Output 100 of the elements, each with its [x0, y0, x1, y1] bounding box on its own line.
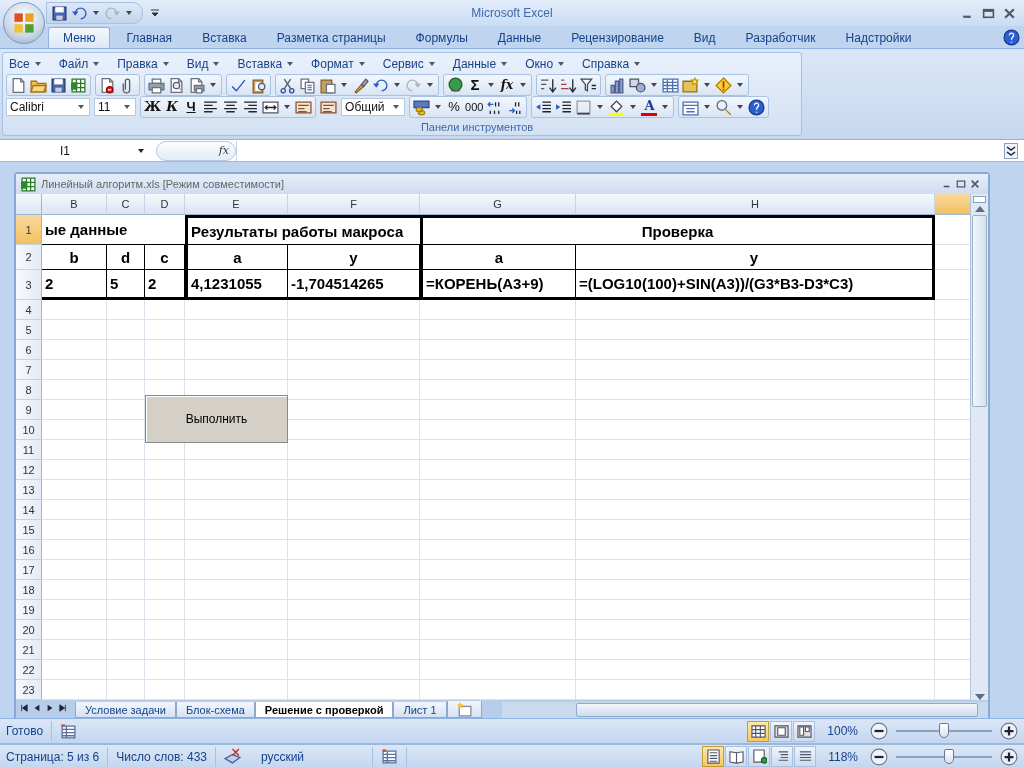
scroll-up-icon[interactable] — [974, 206, 985, 212]
table-icon[interactable] — [381, 748, 399, 765]
scissors-icon[interactable] — [279, 76, 296, 94]
ribbon-tab[interactable]: Меню — [48, 27, 111, 48]
caret-icon[interactable] — [597, 105, 604, 109]
menu-item[interactable]: Данные — [452, 57, 510, 71]
caret-icon[interactable] — [662, 105, 669, 109]
scroll-thumb[interactable] — [575, 703, 978, 717]
split-box[interactable] — [973, 196, 986, 203]
paintbrush-icon[interactable] — [352, 76, 369, 94]
spreadsheet-icon[interactable] — [70, 76, 87, 94]
row-header[interactable]: 20 — [16, 620, 42, 640]
row-header[interactable]: 13 — [16, 480, 42, 500]
sort-descending-icon[interactable] — [560, 76, 577, 94]
view-button[interactable] — [725, 746, 748, 767]
customize-icon[interactable] — [151, 9, 159, 17]
caret-icon[interactable] — [210, 83, 216, 87]
caret-icon[interactable] — [488, 83, 494, 87]
row-header[interactable]: 19 — [16, 600, 42, 620]
column-header[interactable]: F — [288, 194, 420, 215]
help-icon[interactable] — [748, 98, 766, 116]
new-sheet-icon[interactable] — [455, 700, 473, 718]
percent-button[interactable]: % — [446, 98, 463, 116]
thousands-button[interactable]: 000 — [465, 98, 484, 116]
close-icon[interactable] — [1003, 6, 1016, 20]
sort-ascending-icon[interactable] — [540, 76, 557, 94]
caret-icon[interactable] — [124, 105, 130, 109]
view-button[interactable] — [770, 720, 793, 742]
close-icon[interactable] — [970, 179, 980, 189]
view-button[interactable] — [747, 720, 770, 742]
slider-thumb[interactable] — [943, 748, 954, 764]
menu-item[interactable]: Вставка — [237, 57, 296, 71]
horizontal-scrollbar[interactable] — [501, 702, 988, 718]
language[interactable]: русский — [261, 749, 305, 764]
office-button[interactable] — [3, 2, 45, 44]
printer-icon[interactable] — [148, 76, 165, 94]
row-header[interactable]: 1 — [16, 215, 42, 245]
previous-sheet-icon[interactable] — [33, 704, 41, 712]
run-button[interactable]: Выполнить — [145, 395, 288, 443]
currency-icon[interactable] — [413, 98, 431, 116]
caret-icon[interactable] — [284, 105, 291, 109]
caret-icon[interactable] — [435, 105, 442, 109]
ribbon-tab[interactable]: Разработчик — [731, 27, 830, 48]
view-button[interactable] — [748, 746, 771, 767]
italic-button[interactable]: К — [164, 98, 181, 116]
row-header[interactable]: 4 — [16, 300, 42, 320]
zoom-icon[interactable] — [715, 98, 733, 116]
help-icon[interactable] — [1003, 28, 1020, 46]
row-header[interactable]: 11 — [16, 440, 42, 460]
grid-icon[interactable] — [662, 76, 679, 94]
folder-star-icon[interactable] — [682, 76, 699, 94]
font-name-field[interactable]: Calibri — [6, 98, 90, 116]
caret-icon[interactable] — [78, 105, 84, 109]
ribbon-tab[interactable]: Надстройки — [831, 27, 926, 48]
bold-button[interactable]: Ж — [144, 98, 162, 116]
menu-item[interactable]: Справка — [582, 57, 643, 71]
save-icon[interactable] — [50, 76, 67, 94]
maximize-icon[interactable] — [956, 179, 966, 189]
ribbon-tab[interactable]: Формулы — [401, 27, 482, 48]
row-header[interactable]: 5 — [16, 320, 42, 340]
column-header[interactable]: D — [145, 194, 185, 215]
row-header[interactable]: 9 — [16, 400, 42, 420]
column-header[interactable]: G — [420, 194, 576, 215]
ribbon-tab[interactable]: Разметка страницы — [262, 27, 400, 48]
column-header[interactable]: H — [576, 194, 935, 215]
zoom-in-icon[interactable] — [1000, 722, 1018, 740]
menu-item[interactable]: Правка — [117, 57, 171, 71]
caret-icon[interactable] — [737, 105, 744, 109]
vertical-scrollbar[interactable] — [970, 194, 988, 700]
last-sheet-icon[interactable] — [59, 704, 67, 712]
row-header[interactable]: 3 — [16, 270, 42, 300]
menu-item[interactable]: Сервис — [382, 57, 437, 71]
caret-icon[interactable] — [394, 83, 400, 87]
row-header[interactable]: 12 — [16, 460, 42, 480]
sheet-tab[interactable]: Решение с проверкой — [254, 702, 394, 718]
row-header[interactable]: 6 — [16, 340, 42, 360]
page-printer-icon[interactable] — [188, 76, 205, 94]
row-header[interactable]: 2 — [16, 245, 42, 270]
sum-button[interactable]: Σ — [467, 76, 483, 94]
sheet-tab[interactable]: Блок-схема — [175, 702, 255, 718]
shapes-icon[interactable] — [629, 76, 646, 94]
filter-icon[interactable] — [580, 76, 597, 94]
caret-icon[interactable] — [427, 83, 433, 87]
menu-item[interactable]: Вид — [186, 57, 222, 71]
row-header[interactable]: 16 — [16, 540, 42, 560]
row-header[interactable]: 17 — [16, 560, 42, 580]
view-button[interactable] — [702, 746, 725, 767]
zoom-in-icon[interactable] — [1000, 747, 1018, 766]
caret-icon[interactable] — [393, 105, 400, 109]
sheet-tab[interactable]: Условие задачи — [75, 702, 176, 718]
document-stop-icon[interactable] — [99, 76, 116, 94]
caret-icon[interactable] — [341, 83, 347, 87]
print-preview-icon[interactable] — [168, 76, 185, 94]
caret-icon[interactable] — [93, 11, 99, 15]
row-header[interactable]: 21 — [16, 640, 42, 660]
warning-icon[interactable] — [715, 76, 732, 94]
ribbon-tab[interactable]: Данные — [483, 27, 556, 48]
first-sheet-icon[interactable] — [20, 704, 28, 712]
menu-item[interactable]: Все — [9, 57, 43, 71]
spelling-error-icon[interactable] — [224, 748, 241, 765]
